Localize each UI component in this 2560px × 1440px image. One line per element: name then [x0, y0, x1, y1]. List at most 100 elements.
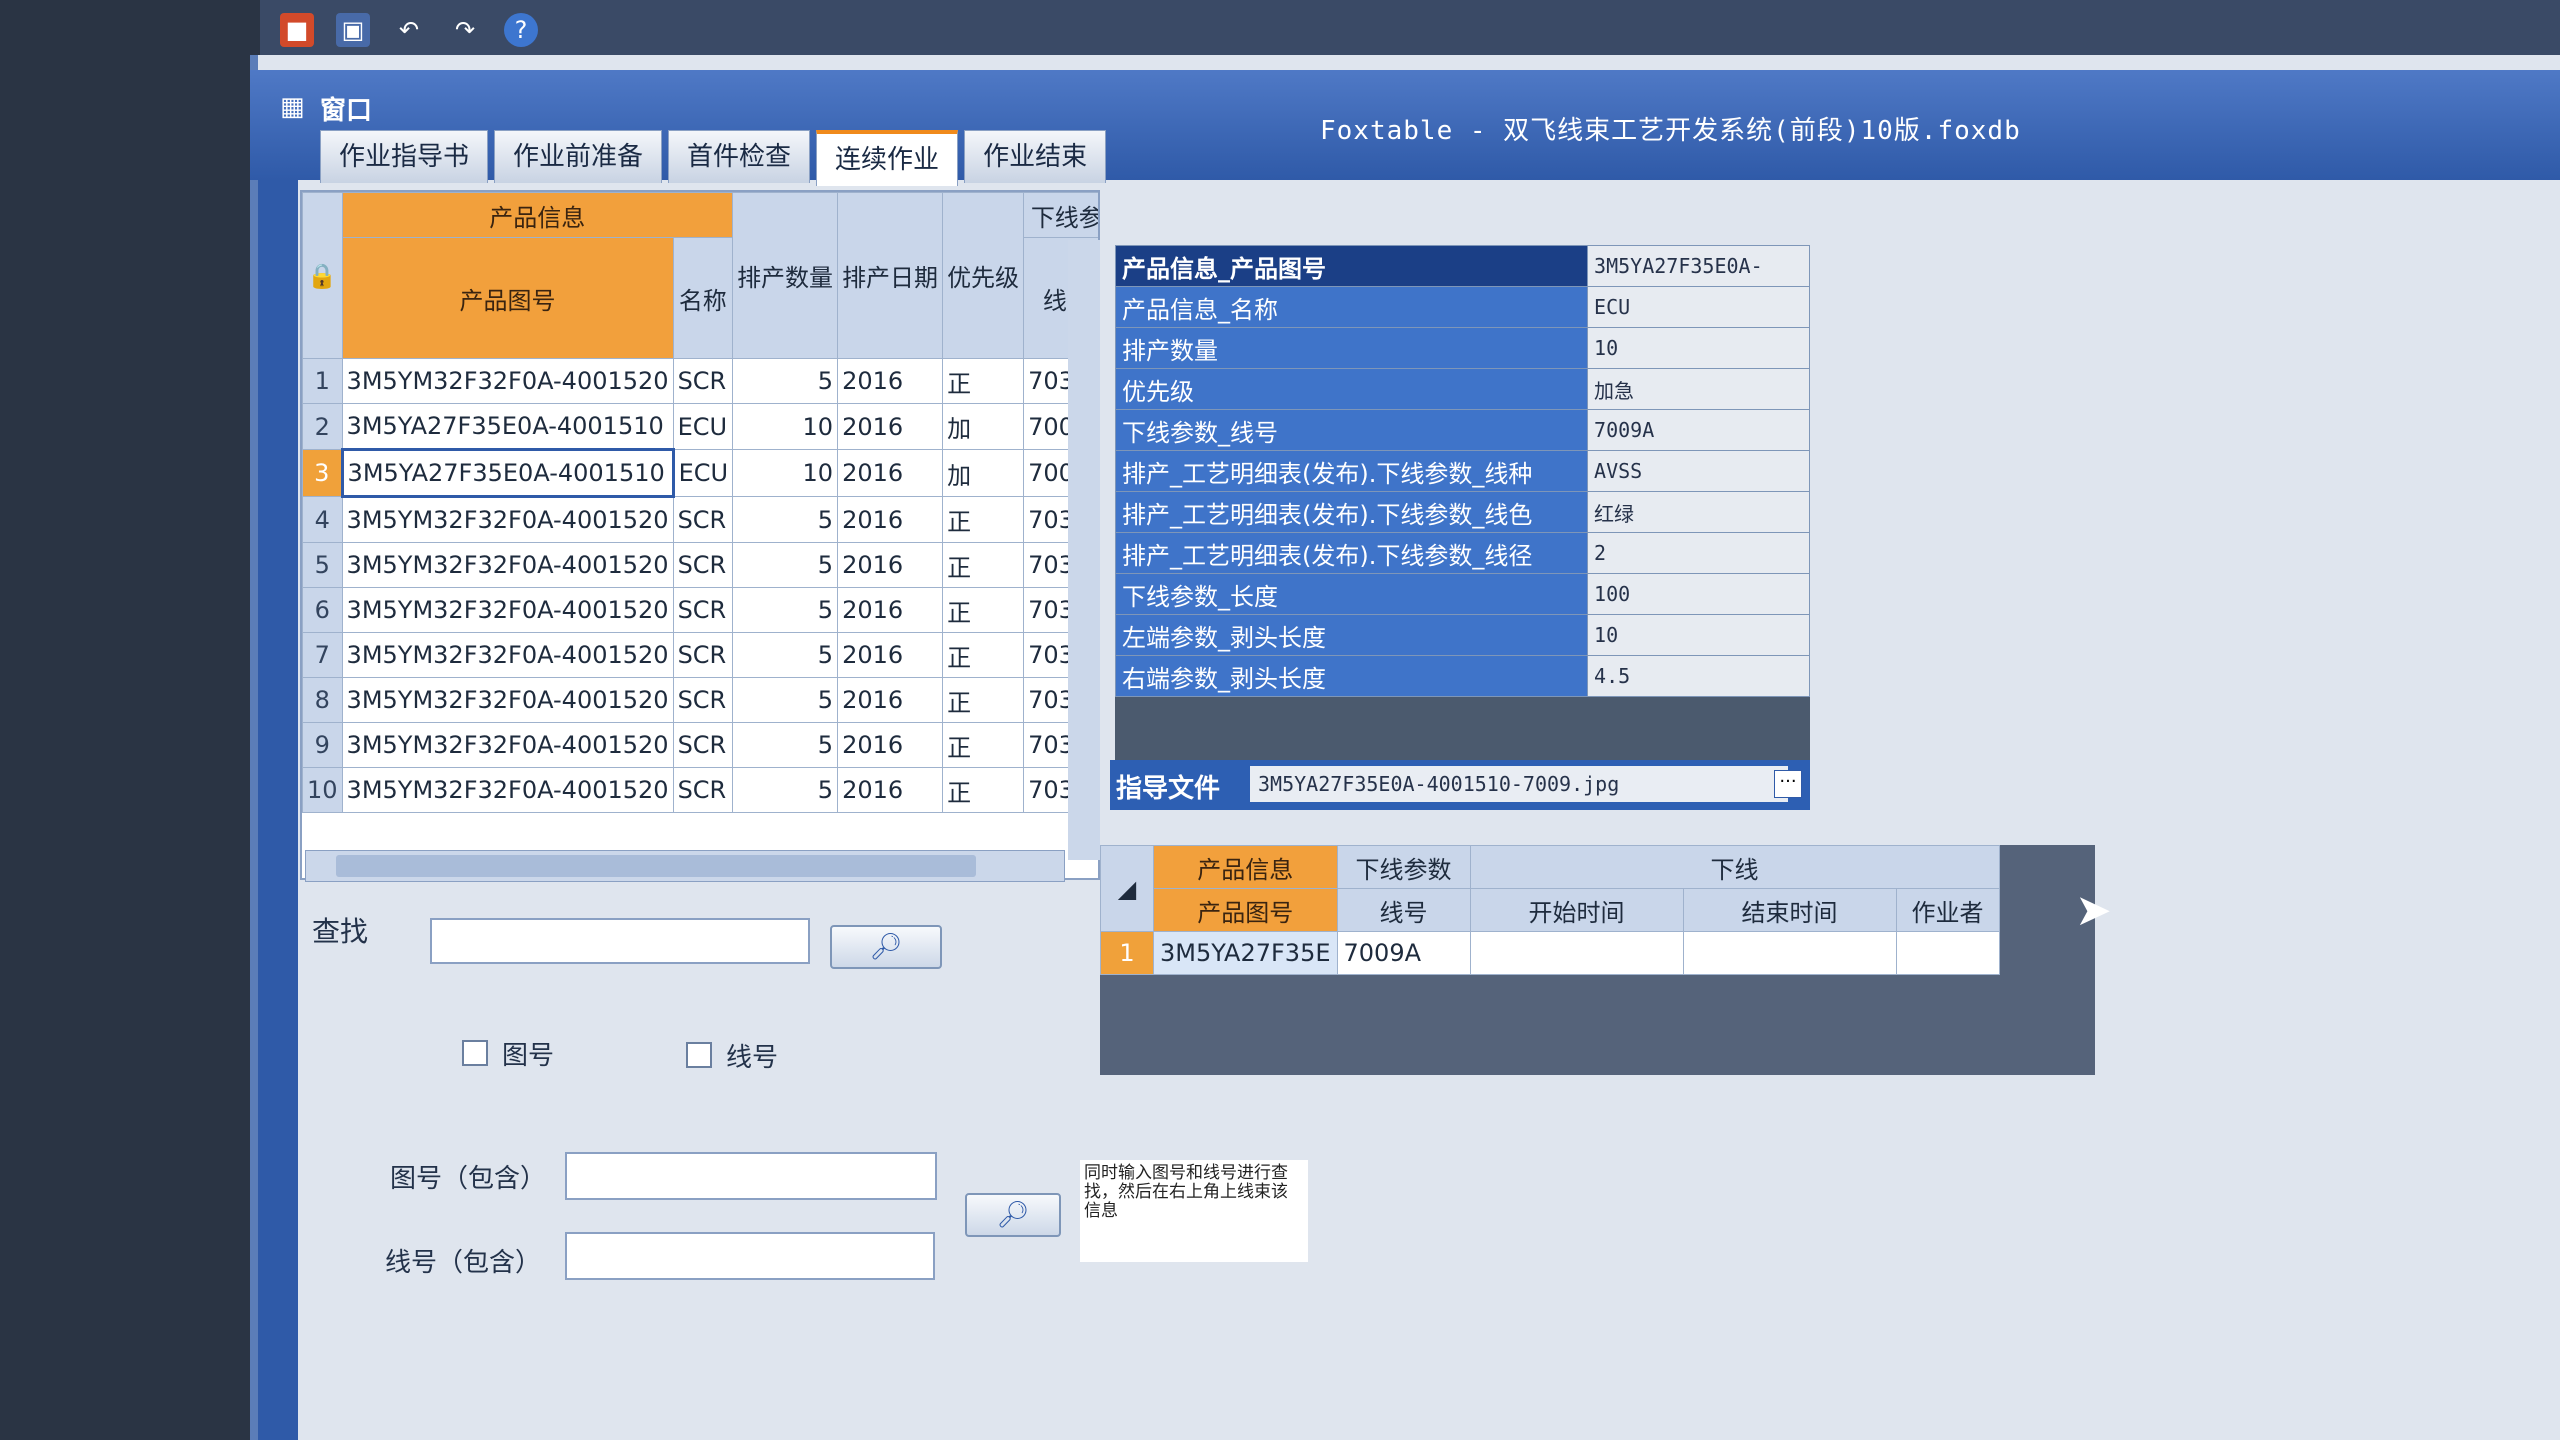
cell-name[interactable]: ECU — [672, 449, 734, 497]
cell-name[interactable]: SCR — [672, 358, 734, 404]
tab-work-end[interactable]: 作业结束 — [964, 130, 1107, 183]
cell-qty[interactable]: 5 — [732, 542, 839, 588]
grid-corner[interactable]: 🔒 — [302, 192, 343, 359]
cell-qty[interactable]: 10 — [732, 403, 839, 450]
table-row[interactable]: 1 3M5YA27F35E 7009A — [1100, 931, 2000, 975]
sub-col-part[interactable]: 产品图号 — [1153, 888, 1338, 932]
cell-name[interactable]: ECU — [672, 403, 734, 450]
cell-priority[interactable]: 正 — [942, 542, 1025, 588]
table-row[interactable]: 7 3M5YM32F32F0A-4001520 SCR 5 2016 正 7031 — [302, 632, 1098, 678]
cell-part[interactable]: 3M5YM32F32F0A-4001520 — [341, 587, 674, 633]
prop-value[interactable]: ECU — [1587, 286, 1810, 328]
cell-part[interactable]: 3M5YA27F35E0A-4001510 — [340, 448, 675, 498]
row-number[interactable]: 3 — [302, 449, 343, 497]
row-number[interactable]: 9 — [302, 722, 343, 768]
cell-part[interactable]: 3M5YM32F32F0A-4001520 — [341, 496, 674, 543]
sub-grid-corner[interactable]: ◢ — [1100, 845, 1154, 932]
cell-name[interactable]: SCR — [672, 632, 734, 678]
cell-priority[interactable]: 正 — [942, 677, 1025, 723]
prop-value[interactable]: 4.5 — [1587, 655, 1810, 697]
cell-start[interactable] — [1469, 931, 1684, 975]
row-number[interactable]: 8 — [302, 677, 343, 723]
cell-part[interactable]: 3M5YM32F32F0A-4001520 — [341, 677, 674, 723]
cell-date[interactable]: 2016 — [837, 677, 944, 723]
col-header-name[interactable]: 名称 — [672, 237, 734, 359]
cell-name[interactable]: SCR — [672, 542, 734, 588]
sub-col-start[interactable]: 开始时间 — [1469, 888, 1684, 932]
table-row[interactable]: 8 3M5YM32F32F0A-4001520 SCR 5 2016 正 7031 — [302, 677, 1098, 723]
cell-wire[interactable]: 7009A — [1336, 931, 1471, 975]
partno-filter-input[interactable] — [565, 1152, 937, 1200]
partno-checkbox[interactable] — [462, 1040, 488, 1066]
row-number[interactable]: 7 — [302, 632, 343, 678]
grid-horizontal-scrollbar[interactable] — [305, 850, 1065, 882]
cell-date[interactable]: 2016 — [837, 722, 944, 768]
cell-part[interactable]: 3M5YM32F32F0A-4001520 — [341, 767, 674, 813]
sub-col-wire[interactable]: 线号 — [1336, 888, 1471, 932]
cell-date[interactable]: 2016 — [837, 587, 944, 633]
grid-vertical-scrollbar[interactable] — [1068, 240, 1100, 860]
help-icon[interactable]: ? — [504, 13, 538, 47]
cell-name[interactable]: SCR — [672, 587, 734, 633]
cell-qty[interactable]: 5 — [732, 496, 839, 543]
sub-col-operator[interactable]: 作业者 — [1895, 888, 2000, 932]
cell-priority[interactable]: 正 — [942, 767, 1025, 813]
prop-value[interactable]: 红绿 — [1587, 491, 1810, 533]
search-button[interactable]: 🔎︎ — [830, 925, 942, 969]
cell-date[interactable]: 2016 — [837, 403, 944, 450]
table-row-selected[interactable]: 3 3M5YA27F35E0A-4001510 ECU 10 2016 加 7009A — [302, 448, 1098, 498]
col-header-part[interactable]: 产品图号 — [341, 237, 674, 359]
table-row[interactable]: 6 3M5YM32F32F0A-4001520 SCR 5 2016 正 7030 — [302, 587, 1098, 633]
col-header-priority[interactable]: 优先级 — [942, 192, 1025, 359]
prop-value[interactable]: 加急 — [1587, 368, 1810, 410]
table-row[interactable]: 1 3M5YM32F32F0A-4001520 SCR 5 2016 正 7030 — [302, 358, 1098, 404]
cell-date[interactable]: 2016 — [837, 449, 944, 497]
cell-name[interactable]: SCR — [672, 496, 734, 543]
row-number[interactable]: 6 — [302, 587, 343, 633]
table-row[interactable]: 10 3M5YM32F32F0A-4001520 SCR 5 2016 正 7031 — [302, 767, 1098, 813]
prop-value[interactable]: 2 — [1587, 532, 1810, 574]
undo-icon[interactable]: ↶ — [392, 13, 426, 47]
cell-priority[interactable]: 正 — [942, 358, 1025, 404]
wire-filter-input[interactable] — [565, 1232, 935, 1280]
sub-col-end[interactable]: 结束时间 — [1682, 888, 1897, 932]
col-header-date[interactable]: 排产日期 — [837, 192, 944, 359]
cell-part[interactable]: 3M5YM32F32F0A-4001520 — [341, 632, 674, 678]
tab-pre-work[interactable]: 作业前准备 — [494, 130, 663, 183]
cell-end[interactable] — [1682, 931, 1897, 975]
prop-value[interactable]: 3M5YA27F35E0A- — [1587, 245, 1810, 287]
tab-first-inspection[interactable]: 首件检查 — [668, 130, 811, 183]
guide-file-input[interactable]: 3M5YA27F35E0A-4001510-7009.jpg — [1250, 766, 1788, 802]
row-number[interactable]: 4 — [302, 496, 343, 543]
filter-search-button[interactable]: 🔎︎ — [965, 1193, 1061, 1237]
cell-qty[interactable]: 5 — [732, 677, 839, 723]
cell-part[interactable]: 3M5YA27F35E0A-4001510 — [341, 403, 674, 450]
cell-name[interactable]: SCR — [672, 767, 734, 813]
cell-date[interactable]: 2016 — [837, 632, 944, 678]
cell-priority[interactable]: 正 — [942, 587, 1025, 633]
table-row[interactable]: 5 3M5YM32F32F0A-4001520 SCR 5 2016 正 7030 — [302, 542, 1098, 588]
browse-button[interactable]: ··· — [1774, 770, 1802, 798]
cell-qty[interactable]: 10 — [732, 449, 839, 497]
cell-priority[interactable]: 正 — [942, 632, 1025, 678]
row-number[interactable]: 5 — [302, 542, 343, 588]
redo-icon[interactable]: ↷ — [448, 13, 482, 47]
cell-priority[interactable]: 正 — [942, 722, 1025, 768]
tab-work-instruction[interactable]: 作业指导书 — [320, 130, 489, 183]
cell-date[interactable]: 2016 — [837, 496, 944, 543]
row-number[interactable]: 1 — [302, 358, 343, 404]
prop-value[interactable]: 7009A — [1587, 409, 1810, 451]
table-row[interactable]: 4 3M5YM32F32F0A-4001520 SCR 5 2016 正 7030 — [302, 496, 1098, 543]
cell-priority[interactable]: 加 — [942, 403, 1025, 450]
prop-value[interactable]: 10 — [1587, 327, 1810, 369]
prop-value[interactable]: AVSS — [1587, 450, 1810, 492]
cell-priority[interactable]: 加 — [942, 449, 1025, 497]
cell-qty[interactable]: 5 — [732, 722, 839, 768]
cell-part[interactable]: 3M5YM32F32F0A-4001520 — [341, 722, 674, 768]
row-number[interactable]: 1 — [1100, 931, 1154, 975]
prop-value[interactable]: 100 — [1587, 573, 1810, 615]
table-row[interactable]: 9 3M5YM32F32F0A-4001520 SCR 5 2016 正 7031 — [302, 722, 1098, 768]
cell-priority[interactable]: 正 — [942, 496, 1025, 543]
scrollbar-thumb[interactable] — [336, 855, 976, 877]
cell-qty[interactable]: 5 — [732, 632, 839, 678]
